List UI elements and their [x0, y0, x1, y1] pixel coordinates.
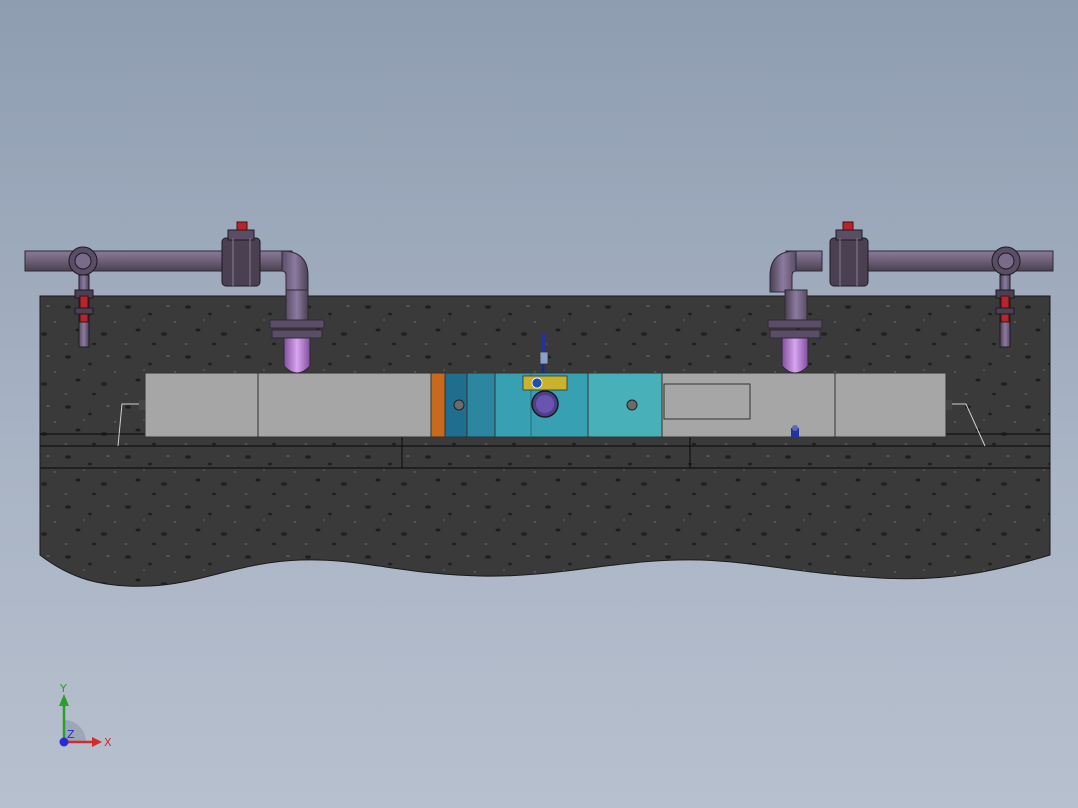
teal-chamber-4: [587, 372, 663, 438]
coordinate-triad: Y X Z: [59, 682, 112, 749]
bolt-right: [626, 399, 638, 411]
inlet-chamber: [144, 372, 432, 438]
outlet-chamber: [661, 372, 947, 438]
yellow-label-plate: [522, 375, 568, 391]
x-axis-label: X: [104, 736, 112, 749]
z-axis-label: Z: [67, 728, 75, 741]
cad-viewport[interactable]: Y X Z: [0, 0, 1078, 808]
assembly-drawing: [24, 221, 1054, 587]
teal-chamber-2: [466, 372, 496, 438]
valve-body: [221, 237, 261, 287]
orange-baffle: [430, 372, 446, 438]
bolt-left: [453, 399, 465, 411]
y-axis-label: Y: [59, 682, 67, 695]
